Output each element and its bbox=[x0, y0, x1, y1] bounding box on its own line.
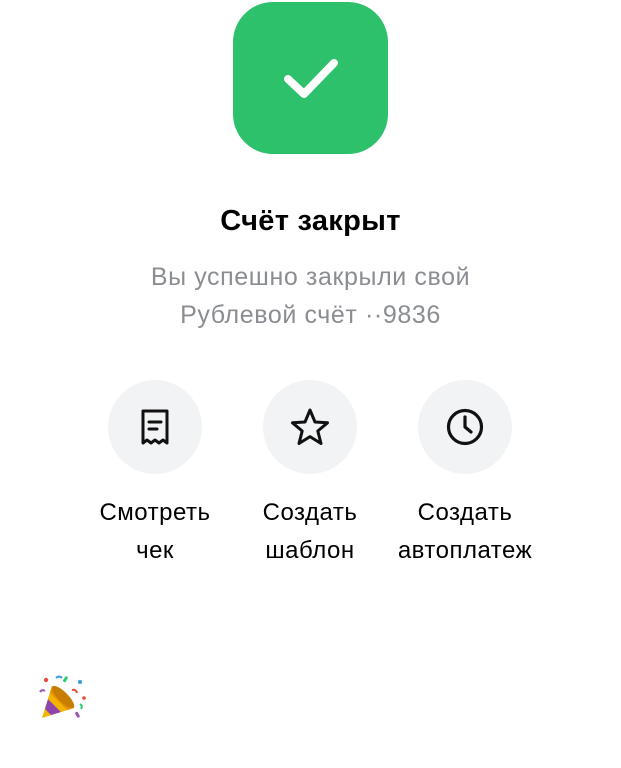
checkmark-icon bbox=[283, 59, 338, 98]
create-template-button[interactable]: Создать шаблон bbox=[230, 380, 390, 570]
view-receipt-circle[interactable] bbox=[108, 380, 202, 474]
subtitle-line-2: Рублевой счёт ··9836 bbox=[180, 301, 441, 329]
create-template-label: Создать шаблон bbox=[262, 499, 358, 564]
subtitle: Вы успешно закрыли свой Рублевой счёт ··… bbox=[0, 258, 621, 334]
create-autopay-label: Создать автоплатеж bbox=[397, 499, 533, 564]
receipt-icon bbox=[141, 409, 169, 445]
view-receipt-button[interactable]: Смотреть чек bbox=[75, 380, 235, 570]
create-autopay-circle[interactable] bbox=[418, 380, 512, 474]
create-template-circle[interactable] bbox=[263, 380, 357, 474]
star-icon bbox=[291, 408, 329, 445]
subtitle-line-1: Вы успешно закрыли свой bbox=[150, 263, 471, 291]
create-autopay-button[interactable]: Создать автоплатеж bbox=[385, 380, 545, 570]
actions-row: Смотреть чек Создать шаблон Создать авто… bbox=[0, 380, 621, 580]
view-receipt-label: Смотреть чек bbox=[99, 499, 211, 564]
party-popper-icon bbox=[39, 675, 86, 718]
success-badge bbox=[233, 2, 388, 154]
page-title: Счёт закрыт bbox=[220, 205, 401, 237]
clock-icon bbox=[446, 408, 484, 446]
